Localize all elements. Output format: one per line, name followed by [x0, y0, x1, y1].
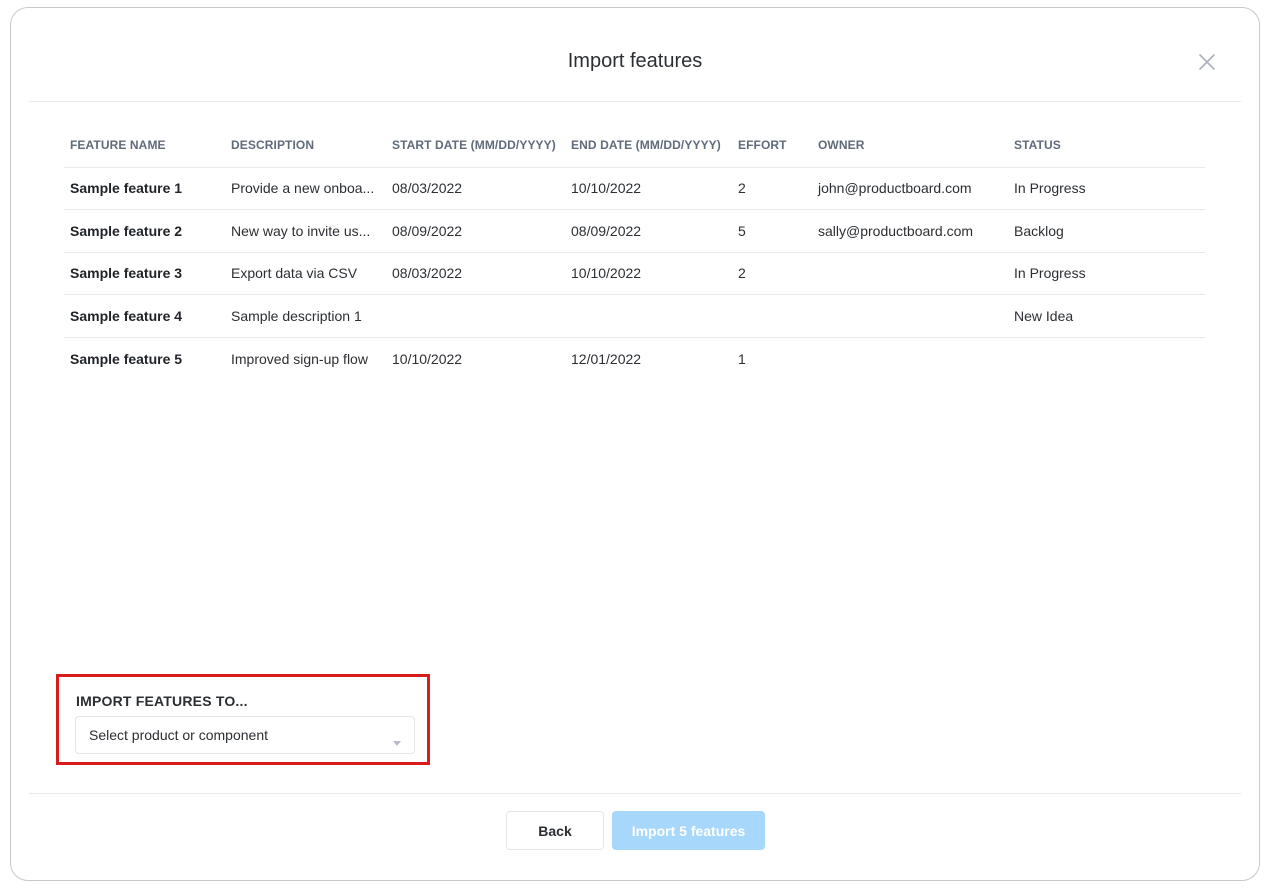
- table-row: Sample feature 4 Sample description 1 Ne…: [64, 294, 1205, 338]
- close-icon[interactable]: [1197, 52, 1217, 72]
- dialog-header: Import features: [29, 8, 1241, 102]
- cell-owner: [812, 252, 1008, 295]
- table-row: Sample feature 2 New way to invite us...…: [64, 209, 1205, 253]
- column-header-end-date: END DATE (MM/DD/YYYY): [565, 124, 732, 168]
- cell-end-date: 08/09/2022: [565, 209, 732, 253]
- cell-start-date: 08/09/2022: [386, 209, 565, 253]
- chevron-down-icon: [393, 733, 401, 751]
- cell-status: In Progress: [1008, 167, 1205, 210]
- dialog-title: Import features: [567, 50, 703, 72]
- column-header-feature-name: FEATURE NAME: [64, 124, 225, 168]
- table-row: Sample feature 1 Provide a new onboa... …: [64, 167, 1205, 210]
- import-features-button[interactable]: Import 5 features: [612, 811, 765, 850]
- cell-owner: john@productboard.com: [812, 167, 1008, 210]
- cell-feature-name: Sample feature 4: [64, 294, 225, 338]
- dialog-footer: Back Import 5 features: [29, 793, 1241, 850]
- cell-start-date: 08/03/2022: [386, 252, 565, 295]
- column-header-status: STATUS: [1008, 124, 1205, 168]
- cell-description: Sample description 1: [225, 294, 386, 338]
- cell-start-date: 10/10/2022: [392, 350, 463, 367]
- import-target-label: IMPORT FEATURES TO...: [76, 693, 248, 709]
- cell-description: New way to invite us...: [225, 209, 386, 253]
- select-value: Select product or component: [89, 727, 268, 743]
- cell-status: New Idea: [1008, 294, 1205, 338]
- column-header-effort: EFFORT: [732, 124, 812, 168]
- cell-status: In Progress: [1008, 252, 1205, 295]
- cell-effort: 2: [732, 167, 812, 210]
- cell-end-date: 12/01/2022: [571, 350, 642, 367]
- cell-end-date: [565, 294, 732, 338]
- cell-status: Backlog: [1008, 209, 1205, 253]
- column-header-description: DESCRIPTION: [225, 124, 386, 168]
- column-header-start-date: START DATE (MM/DD/YYYY): [386, 124, 565, 168]
- cell-description: Export data via CSV: [225, 252, 386, 295]
- table-row: Sample feature 3 Export data via CSV 08/…: [64, 252, 1205, 295]
- cell-feature-name: Sample feature 2: [64, 209, 225, 253]
- cell-feature-name: Sample feature 5: [70, 350, 183, 367]
- cell-effort: [732, 294, 812, 338]
- features-preview-table: FEATURE NAME DESCRIPTION START DATE (MM/…: [64, 124, 1205, 380]
- product-component-select[interactable]: Select product or component: [75, 716, 415, 754]
- import-target-highlight: IMPORT FEATURES TO... Select product or …: [56, 674, 430, 765]
- cell-start-date: [386, 294, 565, 338]
- import-features-dialog: Import features FEATURE NAME DESCRIPTION…: [10, 7, 1260, 881]
- cell-owner: [812, 337, 1008, 380]
- cell-effort: 5: [732, 209, 812, 253]
- cell-end-date: 10/10/2022: [565, 252, 732, 295]
- cell-feature-name: Sample feature 1: [64, 167, 225, 210]
- cell-owner: sally@productboard.com: [812, 209, 1008, 253]
- cell-effort: 2: [732, 252, 812, 295]
- table-row: Sample feature 5 Improved sign-up flow 1…: [64, 337, 1205, 380]
- cell-start-date: 08/03/2022: [386, 167, 565, 210]
- cell-status: [1008, 337, 1205, 380]
- cell-description: Provide a new onboa...: [225, 167, 386, 210]
- back-button[interactable]: Back: [506, 811, 604, 850]
- cell-effort: 1: [738, 350, 746, 367]
- cell-owner: [812, 294, 1008, 338]
- cell-description: Improved sign-up flow: [231, 350, 368, 367]
- cell-end-date: 10/10/2022: [565, 167, 732, 210]
- cell-feature-name: Sample feature 3: [64, 252, 225, 295]
- table-header-row: FEATURE NAME DESCRIPTION START DATE (MM/…: [64, 124, 1205, 168]
- column-header-owner: OWNER: [812, 124, 1008, 168]
